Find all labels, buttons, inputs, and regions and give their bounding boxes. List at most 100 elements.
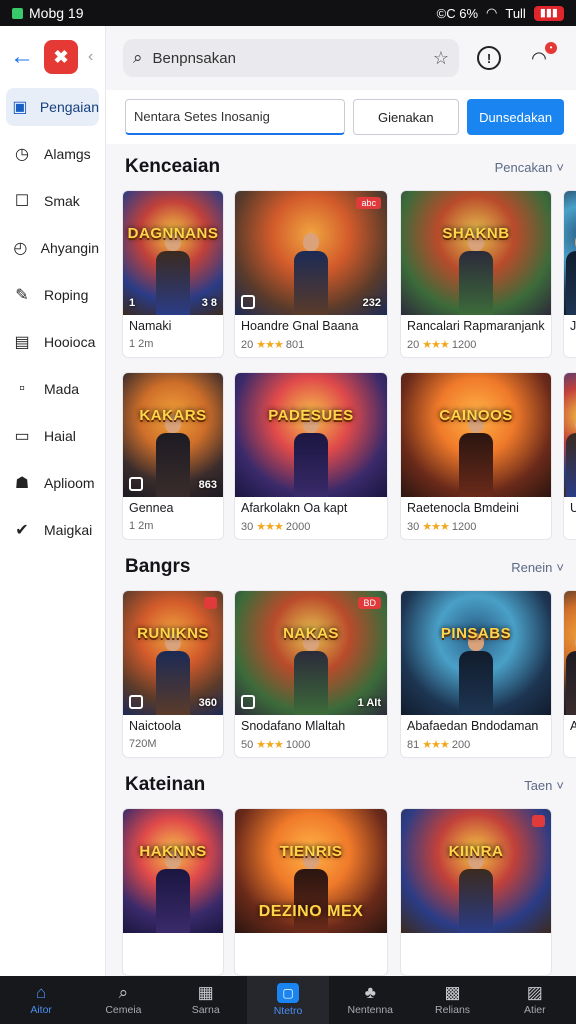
- sidebar-item-1[interactable]: ▣ Pengaian: [6, 88, 99, 126]
- game-card[interactable]: SHAKNB Rancalari Rapmaranjank 20 ★★★ 1200: [400, 190, 552, 358]
- sidebar-item-3[interactable]: ☐ Smak: [6, 182, 99, 220]
- game-card[interactable]: HAKNNS: [122, 808, 224, 976]
- game-card[interactable]: TIENRIS DEZINO MEX: [234, 808, 388, 976]
- nav-item-label: Ntetro: [273, 1005, 303, 1017]
- search-box[interactable]: ⌕ Benpnsakan ☆: [123, 39, 459, 77]
- back-arrow-icon[interactable]: ←: [10, 45, 34, 69]
- sidebar-item-7[interactable]: ▫ Mada: [6, 370, 99, 408]
- sidebar-item-5[interactable]: ✎ Roping: [6, 276, 99, 314]
- game-cover-image: PINSABS: [401, 591, 551, 715]
- game-size: 720M: [129, 738, 157, 750]
- sidebar-item-9[interactable]: ☗ Aplioom: [6, 464, 99, 502]
- nav-item-2[interactable]: ⌕ Cemeia: [82, 976, 164, 1024]
- game-subinfo: 1 2m: [129, 520, 217, 532]
- nav-item-label: Aitor: [30, 1004, 52, 1016]
- info-icon[interactable]: !: [477, 46, 501, 70]
- game-card[interactable]: RUNIKNS 360 Naictoola 720M: [122, 590, 224, 758]
- card-meta: Ai: [564, 715, 576, 742]
- game-cover-title: NAKAS: [283, 625, 339, 642]
- game-cover-title: CAINOOS: [439, 407, 513, 424]
- game-name: Gennea: [129, 501, 174, 515]
- card-meta: Hoandre Gnal Baana 20 ★★★ 801: [235, 315, 387, 355]
- filter-bar: Nentara Setes Inosanig Gienakan Dunsedak…: [106, 90, 576, 144]
- section-header: Bangrs Renein ˅: [106, 548, 576, 586]
- game-card[interactable]: PADESUES Afarkolakn Oa kapt 30 ★★★ 2000: [234, 372, 388, 540]
- game-card[interactable]: JI: [563, 190, 576, 358]
- bag-icon: ☗: [14, 475, 30, 492]
- section-link-label: Renein: [511, 559, 553, 575]
- game-card[interactable]: Ur: [563, 372, 576, 540]
- game-size: 20: [241, 339, 254, 351]
- nav-item-1[interactable]: ⌂ Aitor: [0, 976, 82, 1024]
- play-icon: [241, 295, 255, 309]
- chevron-down-icon: ˅: [556, 159, 564, 175]
- game-card[interactable]: KIINRA: [400, 808, 552, 976]
- dashboard-icon: ▣: [12, 99, 28, 116]
- chevron-down-icon: ˅: [556, 559, 564, 575]
- card-meta: [235, 933, 387, 946]
- collapse-chevron-icon[interactable]: ‹: [88, 48, 93, 66]
- game-size: 81: [407, 739, 420, 751]
- section-link-label: Pencakan: [494, 159, 553, 175]
- game-size: 1 2m: [129, 338, 154, 350]
- rating-stars: ★★★: [256, 739, 284, 751]
- game-name: Rancalari Rapmaranjank: [407, 319, 545, 333]
- game-subinfo: 20 ★★★ 801: [241, 338, 381, 351]
- game-card[interactable]: NAKAS BD 1 AIt Snodafano Mlaltah 50 ★★★ 1000: [234, 590, 388, 758]
- game-subinfo: 1 2m: [129, 338, 217, 350]
- sidebar-item-8[interactable]: ▭ Haial: [6, 417, 99, 455]
- status-title: Mobg 19: [29, 5, 84, 21]
- game-subinfo: 30 ★★★ 2000: [241, 520, 381, 533]
- game-rating-count: 200: [451, 739, 471, 751]
- game-name: Naictoola: [129, 719, 182, 733]
- primary-button[interactable]: Dunsedakan: [467, 99, 564, 135]
- section-more-link[interactable]: Renein ˅: [511, 560, 564, 575]
- filter-input[interactable]: Nentara Setes Inosanig: [125, 99, 345, 135]
- sidebar-item-4[interactable]: ◴ Ahyangin: [6, 229, 99, 267]
- game-card[interactable]: DAGNNANS 1 3 8 Namaki 1 2m: [122, 190, 224, 358]
- game-card[interactable]: CAINOOS Raetenocla Bmdeini 30 ★★★ 1200: [400, 372, 552, 540]
- game-name: Namaki: [129, 319, 172, 333]
- section-title: Kenceaian: [125, 156, 221, 177]
- game-subinfo: 20 ★★★ 1200: [407, 338, 545, 351]
- app-logo[interactable]: ✖: [44, 40, 78, 74]
- game-card[interactable]: PINSABS Abafaedan Bndodaman 81 ★★★ 200: [400, 590, 552, 758]
- game-card[interactable]: abc 232 Hoandre Gnal Baana 20 ★★★ 801: [234, 190, 388, 358]
- card-count: 360: [198, 697, 217, 709]
- sidebar-item-label: Mada: [44, 381, 80, 397]
- nav-item-3[interactable]: ▦ Sarna: [165, 976, 247, 1024]
- sidebar-item-label: Smak: [44, 193, 80, 209]
- section-more-link[interactable]: Pencakan ˅: [495, 160, 564, 175]
- game-name: Snodafano Mlaltah: [241, 719, 346, 733]
- notification-bell-icon[interactable]: ◠ •: [519, 38, 559, 78]
- game-rating-count: 2000: [285, 521, 311, 533]
- card-badge: [532, 815, 545, 827]
- game-card[interactable]: Ai: [563, 590, 576, 758]
- nav-item-5[interactable]: ♣ Nentenna: [329, 976, 411, 1024]
- notification-icon: [12, 7, 23, 19]
- nav-item-4[interactable]: ▢ Ntetro: [246, 976, 330, 1024]
- game-cover-image: HAKNNS: [123, 809, 223, 933]
- star-icon[interactable]: ☆: [433, 48, 449, 69]
- section-more-link[interactable]: Taen ˅: [524, 778, 564, 793]
- secondary-button[interactable]: Gienakan: [352, 99, 460, 135]
- card-meta: Ur: [564, 497, 576, 524]
- sidebar-item-2[interactable]: ◷ Alamgs: [6, 135, 99, 173]
- game-cover-image: RUNIKNS 360: [123, 591, 223, 715]
- sidebar-item-6[interactable]: ▤ Hooioca: [6, 323, 99, 361]
- status-bar: Mobg 19 ©C 6% ◠ Tull ▮▮▮: [0, 0, 576, 26]
- sidebar-item-10[interactable]: ✔ Maigkai: [6, 511, 99, 549]
- game-name: Ai: [570, 719, 576, 733]
- game-card[interactable]: KAKARS 863 Gennea 1 2m: [122, 372, 224, 540]
- nav-item-7[interactable]: ▨ Atier: [494, 976, 576, 1024]
- game-cover-subtitle: DEZINO MEX: [258, 903, 364, 920]
- card-meta: Namaki 1 2m: [123, 315, 223, 354]
- sidebar-item-label: Hooioca: [44, 334, 96, 350]
- play-icon: [129, 695, 143, 709]
- card-icon: ▢: [276, 983, 299, 1003]
- nav-item-6[interactable]: ▩ Relians: [411, 976, 493, 1024]
- sidebar-item-label: Alamgs: [44, 146, 91, 162]
- clock-icon: ◷: [15, 146, 29, 163]
- card-icon: ▭: [14, 428, 30, 445]
- game-rating-count: 1000: [285, 739, 311, 751]
